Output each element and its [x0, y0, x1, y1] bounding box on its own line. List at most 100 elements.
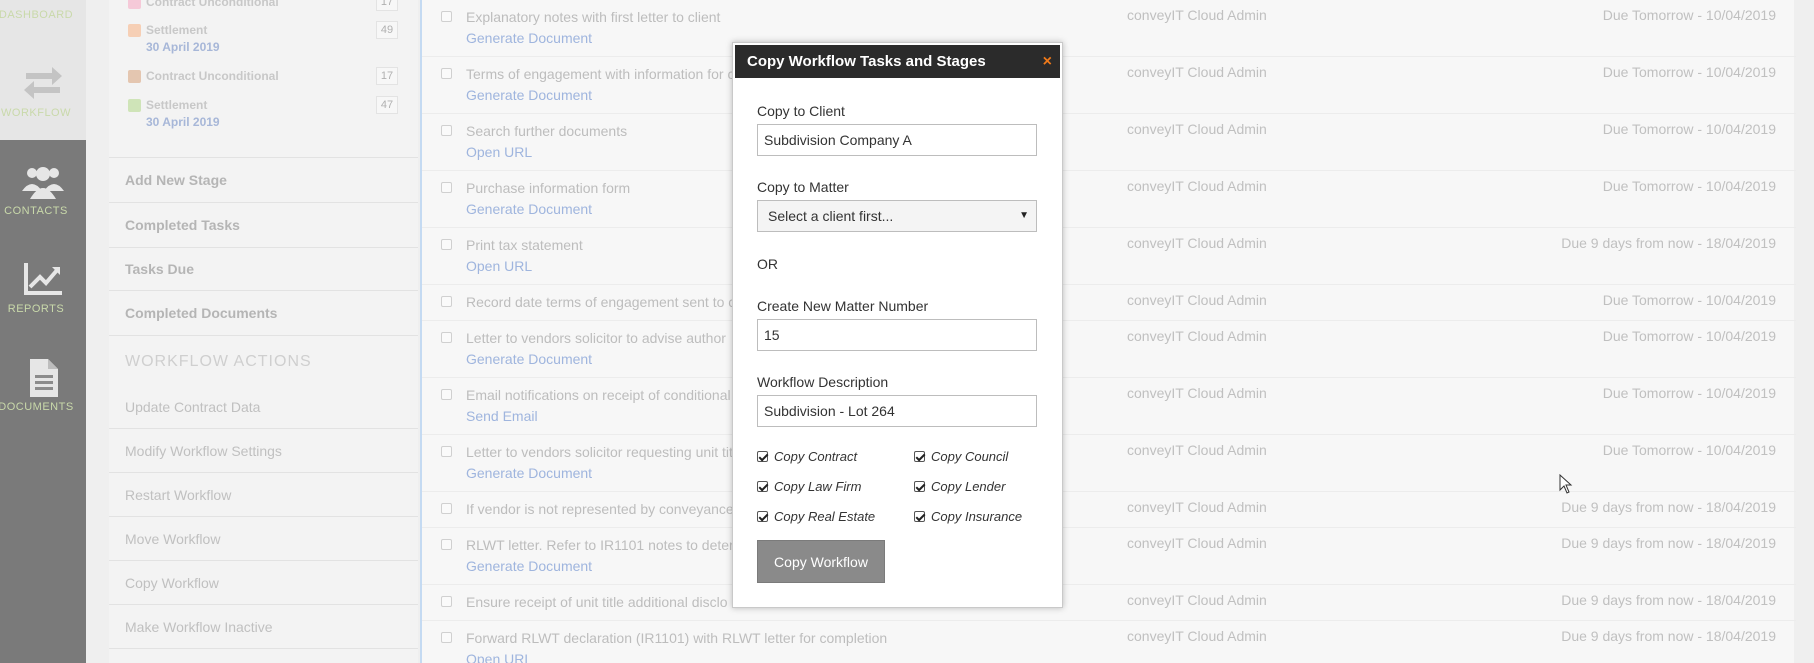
divider	[109, 428, 418, 429]
task-due: Due Tomorrow - 10/04/2019	[1602, 328, 1776, 344]
task-row: Letter to vendors solicitor to advise au…	[422, 321, 1796, 378]
new-matter-input[interactable]	[757, 319, 1037, 351]
task-assignee: conveyIT Cloud Admin	[1127, 64, 1267, 80]
copy-workflow-link[interactable]: Copy Workflow	[125, 575, 219, 591]
task-action-link[interactable]: Send Email	[466, 408, 538, 424]
copy-to-matter-selected: Select a client first...	[768, 208, 894, 224]
nav-workflow[interactable]: WORKFLOW	[0, 42, 86, 140]
nav-dashboard[interactable]: DASHBOARD	[0, 0, 86, 42]
task-action-link[interactable]: Generate Document	[466, 351, 592, 367]
copy-lender-checkbox[interactable]: Copy Lender	[914, 479, 1005, 494]
modify-workflow-settings-link[interactable]: Modify Workflow Settings	[125, 443, 282, 459]
stage-date: 30 April 2019	[146, 40, 220, 54]
task-checkbox[interactable]	[441, 446, 452, 457]
task-checkbox[interactable]	[441, 239, 452, 250]
stage-item[interactable]: Contract Unconditional 17	[109, 67, 418, 100]
task-title: Forward RLWT declaration (IR1101) with R…	[466, 630, 888, 646]
task-checkbox[interactable]	[441, 539, 452, 550]
checkbox-checked-icon	[914, 511, 925, 522]
task-action-link[interactable]: Generate Document	[466, 87, 592, 103]
stages-sidebar: Contract Unconditional 17 Settlement 30 …	[109, 0, 418, 663]
task-checkbox[interactable]	[441, 125, 452, 136]
copy-to-matter-label: Copy to Matter	[757, 179, 849, 195]
copy-council-label: Copy Council	[931, 449, 1009, 464]
copy-to-client-label: Copy to Client	[757, 103, 845, 119]
task-checkbox[interactable]	[441, 389, 452, 400]
task-due: Due Tomorrow - 10/04/2019	[1602, 178, 1776, 194]
nav-documents-label: DOCUMENTS	[0, 401, 74, 413]
dialog-title-bar: Copy Workflow Tasks and Stages ×	[735, 45, 1060, 78]
completed-documents-link[interactable]: Completed Documents	[125, 305, 277, 321]
nav-workflow-label: WORKFLOW	[1, 107, 71, 119]
stage-date: 30 April 2019	[146, 115, 220, 129]
task-row: Explanatory notes with first letter to c…	[422, 0, 1796, 57]
task-action-link[interactable]: Generate Document	[466, 201, 592, 217]
stage-name: Contract Unconditional	[146, 0, 279, 9]
copy-lender-label: Copy Lender	[931, 479, 1006, 494]
task-assignee: conveyIT Cloud Admin	[1127, 592, 1267, 608]
divider	[109, 648, 418, 649]
copy-law-firm-checkbox[interactable]: Copy Law Firm	[757, 479, 861, 494]
nav-rail: DASHBOARD WORKFLOW CONTACTS REPORTS DOCU…	[0, 0, 86, 663]
task-assignee: conveyIT Cloud Admin	[1127, 499, 1267, 515]
task-assignee: conveyIT Cloud Admin	[1127, 328, 1267, 344]
nav-contacts[interactable]: CONTACTS	[0, 140, 86, 238]
task-row: Terms of engagement with information for…	[422, 57, 1796, 114]
task-checkbox[interactable]	[441, 68, 452, 79]
completed-tasks-link[interactable]: Completed Tasks	[125, 217, 240, 233]
task-action-link[interactable]: Generate Document	[466, 558, 592, 574]
task-action-link[interactable]: Open URL	[466, 258, 532, 274]
task-checkbox[interactable]	[441, 632, 452, 643]
copy-to-client-input[interactable]	[757, 124, 1037, 156]
update-contract-data-link[interactable]: Update Contract Data	[125, 399, 260, 415]
task-action-link[interactable]: Generate Document	[466, 465, 592, 481]
close-icon[interactable]: ×	[1043, 45, 1052, 78]
add-new-stage-link[interactable]: Add New Stage	[125, 172, 227, 188]
divider	[109, 472, 418, 473]
stage-color-swatch	[128, 99, 141, 112]
nav-reports[interactable]: REPORTS	[0, 238, 86, 336]
contacts-group-icon	[22, 167, 64, 199]
task-checkbox[interactable]	[441, 182, 452, 193]
task-assignee: conveyIT Cloud Admin	[1127, 385, 1267, 401]
make-workflow-inactive-link[interactable]: Make Workflow Inactive	[125, 619, 273, 635]
task-title: Letter to vendors solicitor requesting u…	[466, 444, 733, 460]
task-action-link[interactable]: Generate Document	[466, 30, 592, 46]
nav-contacts-label: CONTACTS	[4, 205, 68, 217]
task-action-link[interactable]: Open URL	[466, 144, 532, 160]
copy-insurance-checkbox[interactable]: Copy Insurance	[914, 509, 1022, 524]
task-assignee: conveyIT Cloud Admin	[1127, 235, 1267, 251]
copy-law-firm-label: Copy Law Firm	[774, 479, 862, 494]
copy-council-checkbox[interactable]: Copy Council	[914, 449, 1008, 464]
copy-workflow-button[interactable]: Copy Workflow	[757, 540, 885, 583]
task-assignee: conveyIT Cloud Admin	[1127, 7, 1267, 23]
dashboard-icon	[20, 0, 66, 5]
restart-workflow-link[interactable]: Restart Workflow	[125, 487, 231, 503]
task-checkbox[interactable]	[441, 596, 452, 607]
nav-documents[interactable]: DOCUMENTS	[0, 336, 86, 434]
task-title: Letter to vendors solicitor to advise au…	[466, 330, 726, 346]
task-due: Due 9 days from now - 18/04/2019	[1561, 499, 1776, 515]
copy-contract-checkbox[interactable]: Copy Contract	[757, 449, 857, 464]
task-due: Due Tomorrow - 10/04/2019	[1602, 442, 1776, 458]
stage-item[interactable]: Settlement 30 April 2019 49	[109, 21, 418, 54]
task-checkbox[interactable]	[441, 296, 452, 307]
task-checkbox[interactable]	[441, 503, 452, 514]
task-due: Due Tomorrow - 10/04/2019	[1602, 7, 1776, 23]
stage-item[interactable]: Settlement 30 April 2019 47	[109, 96, 418, 129]
move-workflow-link[interactable]: Move Workflow	[125, 531, 220, 547]
task-row: Letter to vendors solicitor requesting u…	[422, 435, 1796, 492]
task-due: Due 9 days from now - 18/04/2019	[1561, 235, 1776, 251]
task-checkbox[interactable]	[441, 11, 452, 22]
tasks-due-link[interactable]: Tasks Due	[125, 261, 194, 277]
copy-real-estate-checkbox[interactable]: Copy Real Estate	[757, 509, 875, 524]
stage-color-swatch	[128, 24, 141, 37]
task-title: Record date terms of engagement sent to …	[466, 294, 736, 310]
workflow-description-label: Workflow Description	[757, 374, 889, 390]
copy-to-matter-select[interactable]: Select a client first... ▼	[757, 200, 1037, 232]
mouse-cursor-icon	[1559, 474, 1573, 494]
task-checkbox[interactable]	[441, 332, 452, 343]
workflow-description-input[interactable]	[757, 395, 1037, 427]
task-action-link[interactable]: Open URL	[466, 651, 532, 663]
divider	[109, 157, 418, 158]
